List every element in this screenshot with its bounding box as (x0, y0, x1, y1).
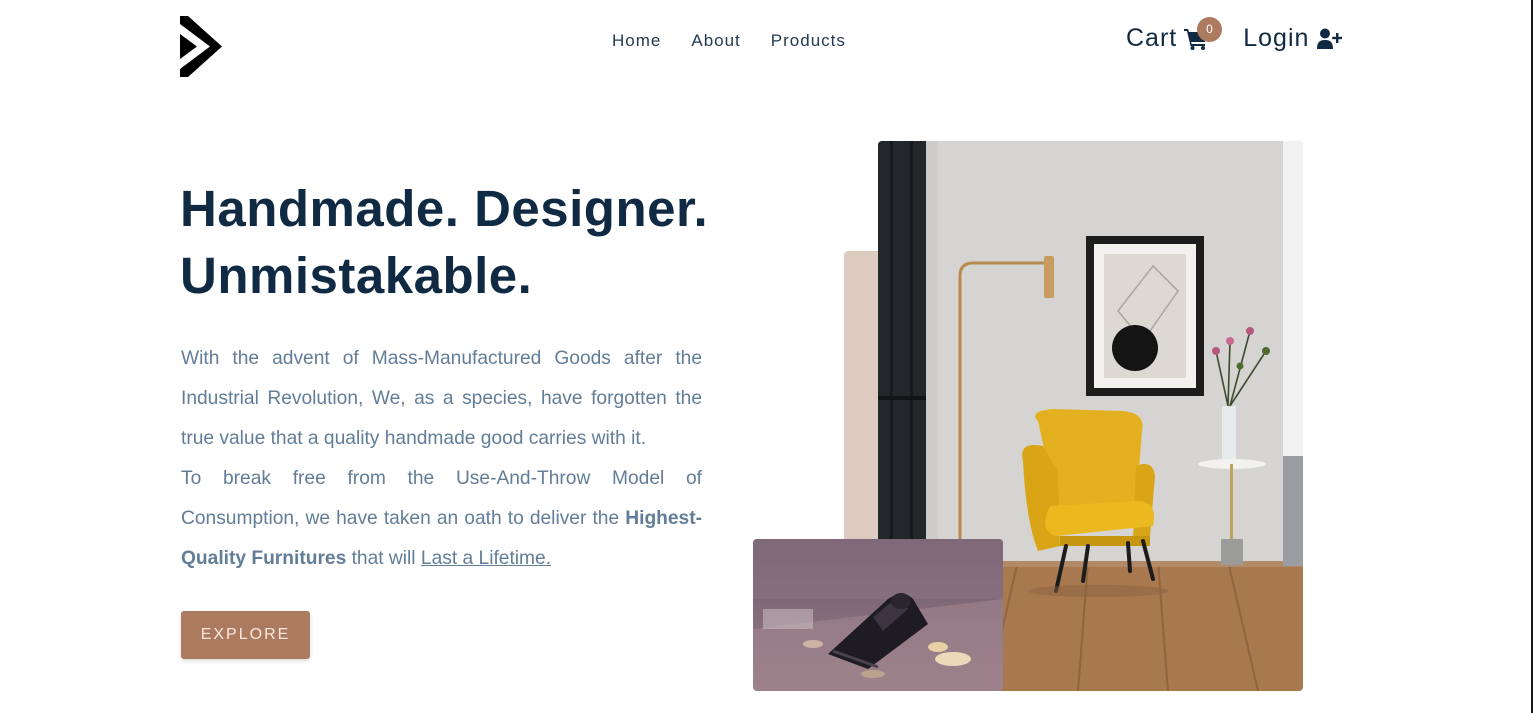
login-button[interactable]: Login (1243, 24, 1343, 53)
hero-title-line-2: Unmistakable. (180, 247, 533, 304)
login-label: Login (1243, 24, 1310, 52)
small-hero-image (753, 539, 1003, 691)
hero-title: Handmade. Designer. Unmistakable. (180, 175, 740, 309)
explore-button[interactable]: EXPLORE (181, 611, 310, 659)
nav-link-home[interactable]: Home (612, 31, 661, 51)
hero-paragraph-2-mid: that will (351, 548, 416, 569)
nav-links: Home About Products (612, 31, 876, 51)
user-plus-icon (1317, 28, 1343, 49)
hero-description: With the advent of Mass-Manufactured Goo… (181, 339, 702, 579)
hero-paragraph-2-start: To break free from the Use-And-Throw Mod… (181, 468, 702, 529)
page: Home About Products Cart 0 Login Handmad… (0, 0, 1533, 713)
cart-label: Cart (1126, 24, 1178, 52)
hero-title-line-1: Handmade. Designer. (180, 180, 709, 237)
nav-right: Cart 0 Login (1126, 17, 1343, 53)
nav-link-about[interactable]: About (691, 31, 740, 51)
cart-button[interactable]: Cart 0 (1126, 17, 1222, 53)
last-a-lifetime-link[interactable]: Last a Lifetime. (421, 548, 551, 569)
hand-plane-image (753, 539, 1003, 691)
hero-paragraph-1: With the advent of Mass-Manufactured Goo… (181, 348, 702, 449)
logo-icon[interactable] (180, 16, 222, 77)
cart-count-badge: 0 (1197, 17, 1222, 42)
nav-link-products[interactable]: Products (771, 31, 846, 51)
hero-paragraph-2: To break free from the Use-And-Throw Mod… (181, 459, 702, 579)
